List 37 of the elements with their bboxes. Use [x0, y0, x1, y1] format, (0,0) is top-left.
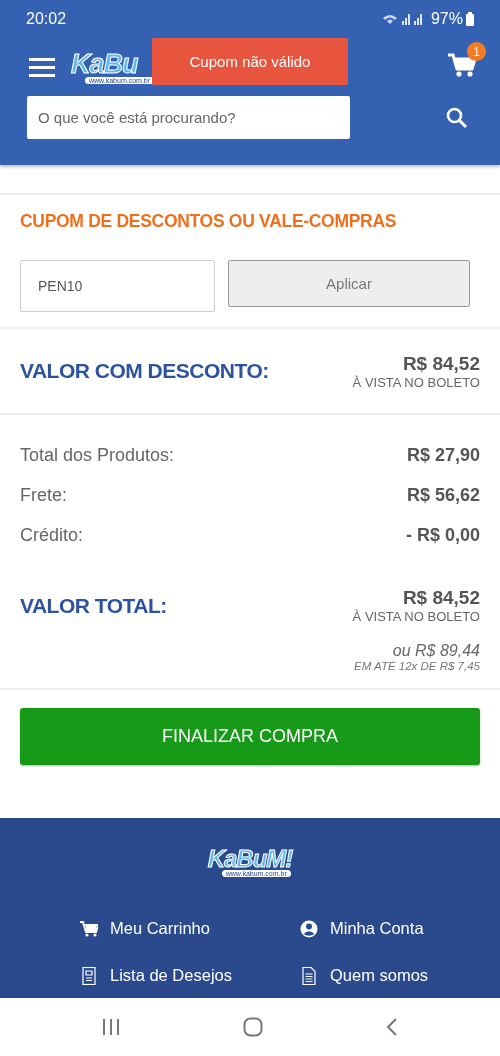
total-price: R$ 84,52	[402, 587, 480, 609]
battery-icon	[466, 12, 474, 26]
search-icon[interactable]	[446, 106, 468, 129]
list-icon	[80, 966, 98, 985]
summary-label: Crédito:	[20, 524, 84, 546]
home-icon[interactable]	[243, 1017, 263, 1037]
menu-icon[interactable]	[29, 57, 55, 77]
summary-value: R$ 27,90	[406, 444, 480, 466]
document-icon	[300, 966, 318, 985]
cart-icon[interactable]	[448, 52, 476, 78]
cart-icon	[80, 919, 98, 938]
summary-label: Frete:	[20, 484, 67, 506]
back-icon[interactable]	[385, 1017, 399, 1037]
summary-label: Total dos Produtos:	[20, 444, 175, 466]
payment-note: À VISTA NO BOLETO	[352, 609, 480, 624]
battery-percent: 97%	[430, 10, 463, 28]
error-toast: Cupom não válido	[152, 38, 348, 85]
recent-apps-icon[interactable]	[101, 1018, 121, 1036]
section-title: CUPOM DE DESCONTOS OU VALE-COMPRAS	[20, 211, 398, 232]
total-label: VALOR TOTAL:	[20, 593, 167, 618]
summary-value: R$ 56,62	[406, 484, 480, 506]
footer-link[interactable]: Minha Conta	[330, 919, 424, 938]
user-icon	[300, 919, 318, 938]
payment-note: À VISTA NO BOLETO	[352, 374, 480, 390]
installment-price: ou R$ 89,44	[392, 642, 480, 660]
cart-badge: 1	[467, 42, 486, 61]
installment-note: EM ATÉ 12x DE R$ 7,45	[354, 660, 480, 672]
summary-value: - R$ 0,00	[405, 524, 480, 546]
checkout-button[interactable]: FINALIZAR COMPRA	[20, 708, 480, 765]
footer-link[interactable]: Quem somos	[330, 966, 429, 985]
search-field[interactable]: O que você está procurando?	[27, 96, 350, 139]
footer-link[interactable]: Meu Carrinho	[110, 919, 210, 938]
coupon-field[interactable]: PEN10	[20, 260, 215, 312]
discount-label: VALOR COM DESCONTO:	[20, 359, 269, 383]
footer-link[interactable]: Lista de Desejos	[110, 966, 232, 985]
status-time: 20:02	[26, 10, 67, 28]
discount-price: R$ 84,52	[402, 352, 480, 375]
